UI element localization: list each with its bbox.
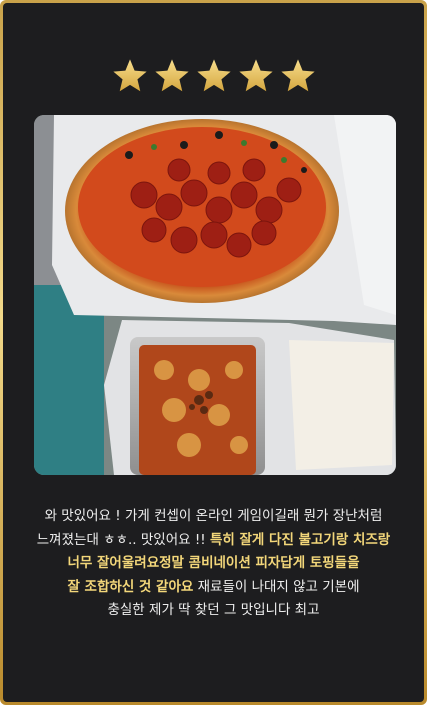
- star-icon: [112, 59, 147, 92]
- review-card-body: 와 맛있어요 ! 가게 컨셉이 온라인 게임이길래 뭔가 장난처럼 느껴졌는대 …: [3, 3, 424, 702]
- pizza-photo-illustration: [34, 115, 396, 475]
- review-highlight: 잘 조합하신 것 같아요: [67, 578, 194, 595]
- star-icon: [280, 59, 315, 92]
- review-text: 와 맛있어요 ! 가게 컨셉이 온라인 게임이길래 뭔가 장난처럼 느껴졌는대 …: [17, 505, 410, 623]
- review-highlight: 너무 잘어울려요정말 콤비네이션 피자답게 토핑들을: [67, 555, 360, 571]
- star-icon: [238, 59, 273, 92]
- review-card: 와 맛있어요 ! 가게 컨셉이 온라인 게임이길래 뭔가 장난처럼 느껴졌는대 …: [0, 0, 427, 705]
- star-icon: [154, 59, 189, 92]
- star-rating: [3, 57, 424, 95]
- review-text-plain: 재료들이 나대지 않고 기본에: [193, 578, 360, 595]
- review-line: 충실한 제가 딱 찾던 그 맛입니다 최고: [107, 602, 320, 618]
- review-photo: [34, 115, 396, 475]
- review-text-plain: 느껴졌는대 ㅎㅎ.. 맛있어요 !!: [36, 531, 210, 548]
- star-icon: [196, 59, 231, 92]
- review-line: 와 맛있어요 ! 가게 컨셉이 온라인 게임이길래 뭔가 장난처럼: [44, 508, 383, 524]
- review-highlight: 특히 잘게 다진 불고기랑 치즈랑: [209, 531, 391, 548]
- review-line: 잘 조합하신 것 같아요 재료들이 나대지 않고 기본에: [17, 576, 410, 600]
- review-line: 느껴졌는대 ㅎㅎ.. 맛있어요 !! 특히 잘게 다진 불고기랑 치즈랑: [17, 529, 410, 553]
